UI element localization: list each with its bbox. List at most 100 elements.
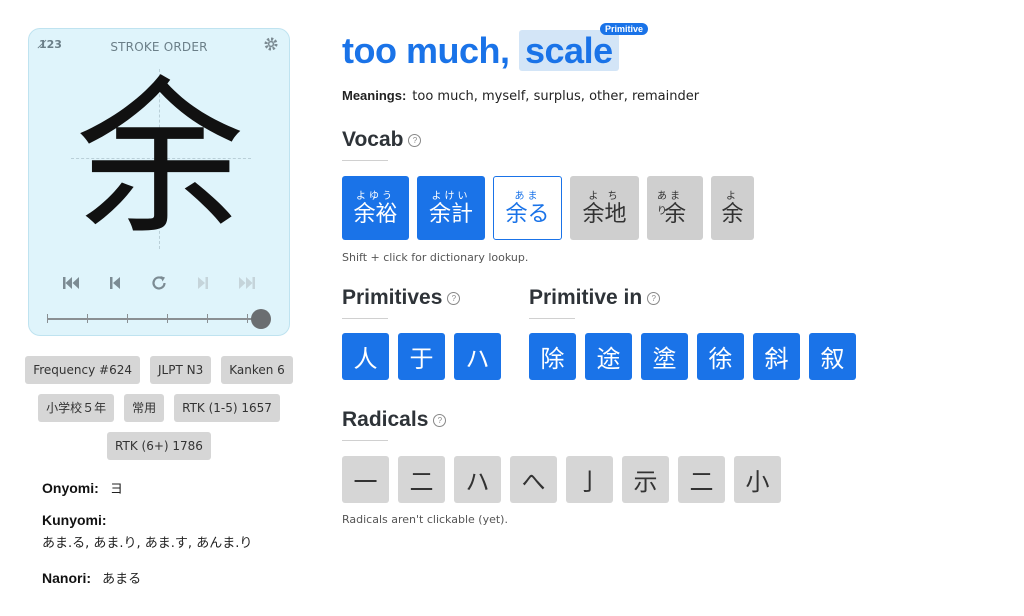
stroke-progress-slider[interactable]	[47, 309, 271, 329]
kunyomi-label: Kunyomi:	[42, 512, 107, 528]
onyomi-value: ヨ	[109, 482, 123, 497]
vocab-word: 余	[663, 202, 686, 227]
section-underline	[342, 160, 388, 161]
slider-knob[interactable]	[251, 309, 271, 329]
primitive-tile[interactable]: 人	[342, 333, 389, 380]
vocab-list: よゆう 余裕 よけい 余計 あま 余る よ ち 余地 あまり 余 よ 余	[342, 176, 754, 240]
primitive-in-tile[interactable]: 徐	[697, 333, 744, 380]
section-underline	[342, 318, 388, 319]
vocab-heading-text: Vocab	[342, 128, 404, 151]
gear-icon[interactable]	[263, 36, 279, 56]
slider-tick	[167, 314, 168, 323]
radical-tile: へ	[510, 456, 557, 503]
slider-tick	[47, 314, 48, 323]
vocab-word: 余裕	[353, 202, 398, 227]
primitives-heading-text: Primitives	[342, 286, 443, 309]
primitive-in-list: 除 途 塗 徐 斜 叙	[529, 333, 856, 380]
playback-controls	[29, 271, 289, 295]
vocab-hint: Shift + click for dictionary lookup.	[342, 251, 529, 264]
radical-tile: 二	[678, 456, 725, 503]
primitive-tile[interactable]: ハ	[454, 333, 501, 380]
page-title: too much, scale	[342, 30, 619, 72]
vocab-furigana: よ ち	[588, 191, 621, 202]
radicals-heading-text: Radicals	[342, 408, 429, 431]
vocab-word: 余る	[505, 202, 550, 227]
vocab-item[interactable]: よけい 余計	[417, 176, 485, 240]
help-icon[interactable]: ?	[408, 133, 422, 147]
vocab-furigana: よゆう	[356, 191, 395, 202]
primitive-in-heading: Primitive in?	[529, 286, 661, 310]
badge-grade: 小学校５年	[38, 394, 115, 422]
primitive-in-tile[interactable]: 途	[585, 333, 632, 380]
stroke-order-title: STROKE ORDER	[110, 40, 208, 54]
slider-tick	[127, 314, 128, 323]
primitive-in-heading-text: Primitive in	[529, 286, 643, 309]
radical-tile: 小	[734, 456, 781, 503]
onyomi-label: Onyomi:	[42, 480, 99, 496]
vocab-word: 余	[721, 202, 744, 227]
vocab-word: 余地	[582, 202, 627, 227]
kunyomi-row: Kunyomi: あま.る, あま.り, あま.す, あんま.り	[42, 512, 252, 551]
slider-track	[47, 318, 261, 320]
slider-tick	[87, 314, 88, 323]
help-icon[interactable]: ?	[647, 291, 661, 305]
badge-rtk-6: RTK (6+) 1786	[107, 432, 211, 460]
primitive-in-tile[interactable]: 塗	[641, 333, 688, 380]
nanori-value: あまる	[102, 572, 142, 587]
kunyomi-value: あま.る, あま.り, あま.す, あんま.り	[42, 536, 253, 551]
vocab-furigana: よけい	[431, 191, 471, 202]
vocab-item[interactable]: よゆう 余裕	[342, 176, 409, 240]
primitive-tile[interactable]: 于	[398, 333, 445, 380]
vocab-item[interactable]: よ ち 余地	[570, 176, 639, 240]
replay-icon[interactable]	[147, 271, 171, 295]
vocab-item[interactable]: あまり 余	[647, 176, 703, 240]
meanings-label: Meanings:	[342, 88, 407, 103]
primitives-heading: Primitives?	[342, 286, 461, 310]
vocab-furigana: あま	[514, 191, 541, 202]
slider-tick	[207, 314, 208, 323]
badge-jlpt: JLPT N3	[149, 356, 212, 384]
title-primitive-name: scale	[519, 30, 619, 71]
vocab-item[interactable]: あま 余る	[493, 176, 562, 240]
last-icon[interactable]	[235, 271, 259, 295]
slider-tick	[247, 314, 248, 323]
radical-tile: 一	[342, 456, 389, 503]
badge-frequency: Frequency #624	[25, 356, 140, 384]
badge-joyo: 常用	[124, 394, 165, 422]
onyomi-row: Onyomi: ヨ	[42, 478, 123, 497]
primitive-tag: Primitive	[600, 23, 649, 35]
radical-tile: 亅	[566, 456, 613, 503]
first-icon[interactable]	[59, 271, 83, 295]
nanori-row: Nanori: あまる	[42, 568, 141, 587]
help-icon[interactable]: ?	[447, 291, 461, 305]
primitive-in-tile[interactable]: 斜	[753, 333, 800, 380]
help-icon[interactable]: ?	[433, 413, 447, 427]
radical-tile: 示	[622, 456, 669, 503]
badge-rtk-1-5: RTK (1-5) 1657	[174, 394, 280, 422]
vocab-furigana: あまり	[657, 191, 683, 217]
title-prefix: too much,	[342, 30, 519, 71]
kanji-drawing-area: 余	[29, 59, 291, 259]
primitive-in-tile[interactable]: 除	[529, 333, 576, 380]
section-underline	[529, 318, 575, 319]
vocab-heading: Vocab?	[342, 128, 422, 152]
meanings-value: too much, myself, surplus, other, remain…	[412, 89, 700, 104]
radicals-note: Radicals aren't clickable (yet).	[342, 513, 508, 526]
kanji-badges: Frequency #624 JLPT N3 Kanken 6 小学校５年 常用…	[20, 356, 298, 460]
vocab-item[interactable]: よ 余	[711, 176, 754, 240]
primitive-in-tile[interactable]: 叙	[809, 333, 856, 380]
badge-kanken: Kanken 6	[221, 356, 293, 384]
radicals-list: 一 二 ハ へ 亅 示 二 小	[342, 456, 781, 503]
next-icon[interactable]	[191, 271, 215, 295]
stroke-order-kanji: 余	[76, 61, 244, 257]
radical-tile: 二	[398, 456, 445, 503]
vocab-word: 余計	[428, 202, 473, 227]
meanings-row: Meanings: too much, myself, surplus, othe…	[342, 88, 699, 104]
primitives-list: 人 于 ハ	[342, 333, 501, 380]
vocab-furigana: よ	[726, 191, 739, 202]
stroke-order-card: 1̸23 STROKE ORDER 余	[28, 28, 290, 336]
radical-tile: ハ	[454, 456, 501, 503]
radicals-heading: Radicals?	[342, 408, 447, 432]
section-underline	[342, 440, 388, 441]
prev-icon[interactable]	[103, 271, 127, 295]
